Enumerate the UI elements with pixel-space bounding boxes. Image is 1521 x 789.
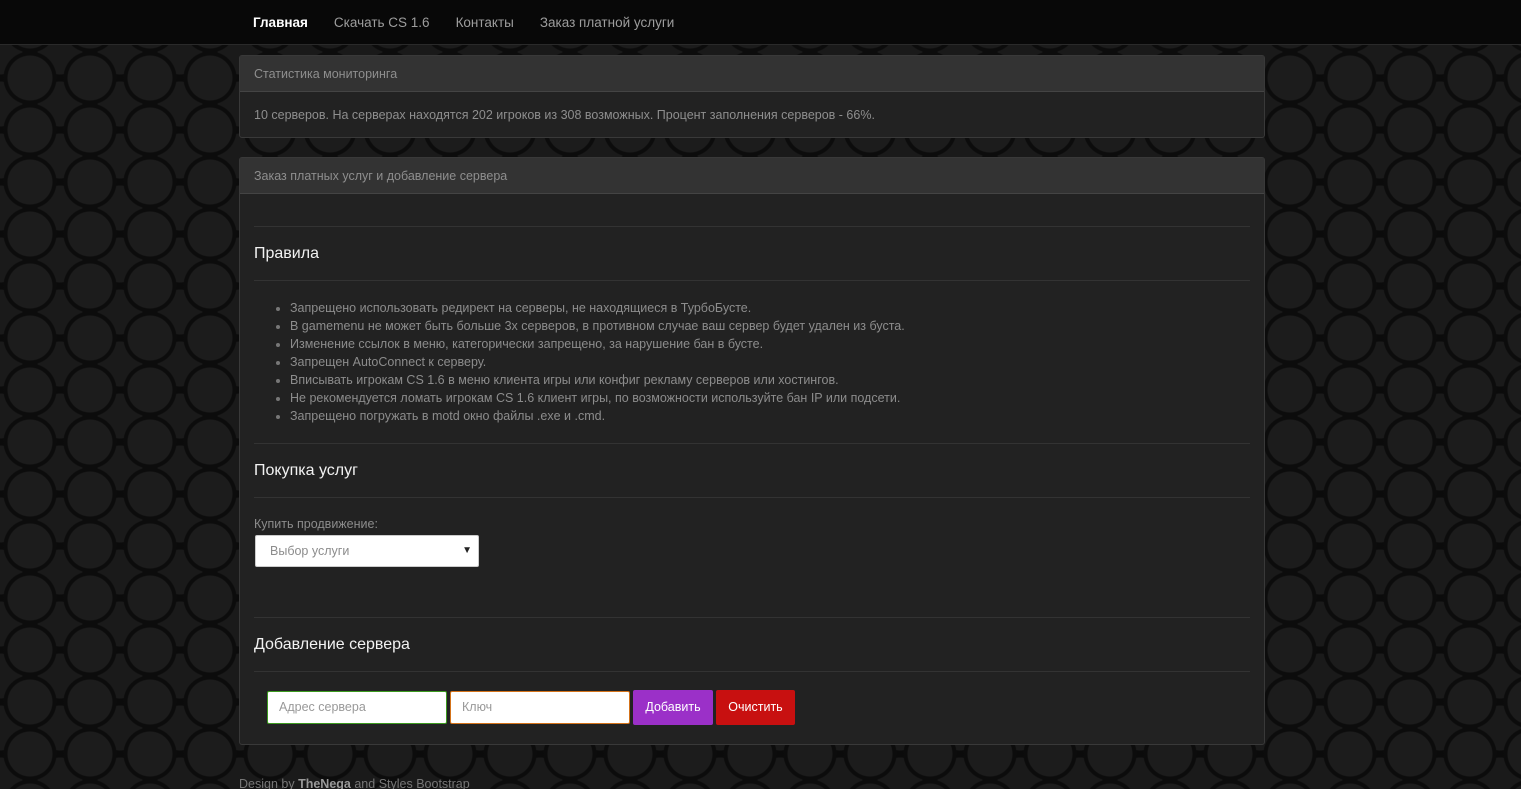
footer-prefix: Design by	[239, 777, 295, 789]
clear-button[interactable]: Очистить	[716, 690, 795, 725]
rules-list: Запрещено использовать редирект на серве…	[290, 299, 905, 425]
divider	[254, 617, 1250, 618]
buy-heading: Покупка услуг	[254, 462, 358, 479]
list-item: Запрещено погружать в motd окно файлы .e…	[290, 407, 905, 425]
footer-author-link[interactable]: TheNega	[298, 777, 351, 789]
nav-home[interactable]: Главная	[240, 0, 321, 45]
list-item: Вписывать игрокам CS 1.6 в меню клиента …	[290, 371, 905, 389]
list-item: Запрещен AutoConnect к серверу.	[290, 353, 905, 371]
divider	[254, 497, 1250, 498]
add-server-heading: Добавление сервера	[254, 636, 410, 653]
rules-heading: Правила	[254, 245, 319, 262]
key-input[interactable]: Ключ	[450, 691, 630, 724]
buy-promotion-label: Купить продвижение:	[254, 517, 378, 531]
service-select-value: Выбор услуги	[270, 544, 350, 558]
add-button[interactable]: Добавить	[633, 690, 713, 725]
footer-suffix: and Styles Bootstrap	[354, 777, 470, 789]
stats-text: 10 серверов. На серверах находятся 202 и…	[254, 108, 875, 122]
nav-contacts[interactable]: Контакты	[443, 0, 527, 45]
server-address-input[interactable]: Адрес сервера	[267, 691, 447, 724]
top-navbar: Главная Скачать CS 1.6 Контакты Заказ пл…	[0, 0, 1521, 45]
caret-down-icon: ▼	[462, 545, 472, 556]
list-item: Изменение ссылок в меню, категорически з…	[290, 335, 905, 353]
divider	[254, 280, 1250, 281]
order-panel: Заказ платных услуг и добавление сервера…	[239, 157, 1265, 745]
divider	[254, 671, 1250, 672]
stats-panel-title: Статистика мониторинга	[240, 56, 1264, 92]
list-item: Не рекомендуется ломать игрокам CS 1.6 к…	[290, 389, 905, 407]
stats-panel: Статистика мониторинга 10 серверов. На с…	[239, 55, 1265, 138]
footer: Design by TheNega and Styles Bootstrap	[239, 777, 470, 789]
nav-download-cs16[interactable]: Скачать CS 1.6	[321, 0, 443, 45]
list-item: Запрещено использовать редирект на серве…	[290, 299, 905, 317]
order-panel-title: Заказ платных услуг и добавление сервера	[240, 158, 1264, 194]
order-panel-body: Правила Запрещено использовать редирект …	[240, 194, 1264, 744]
nav-order-service[interactable]: Заказ платной услуги	[527, 0, 687, 45]
divider	[254, 443, 1250, 444]
divider	[254, 226, 1250, 227]
main-nav: Главная Скачать CS 1.6 Контакты Заказ пл…	[240, 0, 687, 45]
service-select[interactable]: Выбор услуги ▼	[255, 535, 479, 567]
list-item: В gamemenu не может быть больше 3х серве…	[290, 317, 905, 335]
